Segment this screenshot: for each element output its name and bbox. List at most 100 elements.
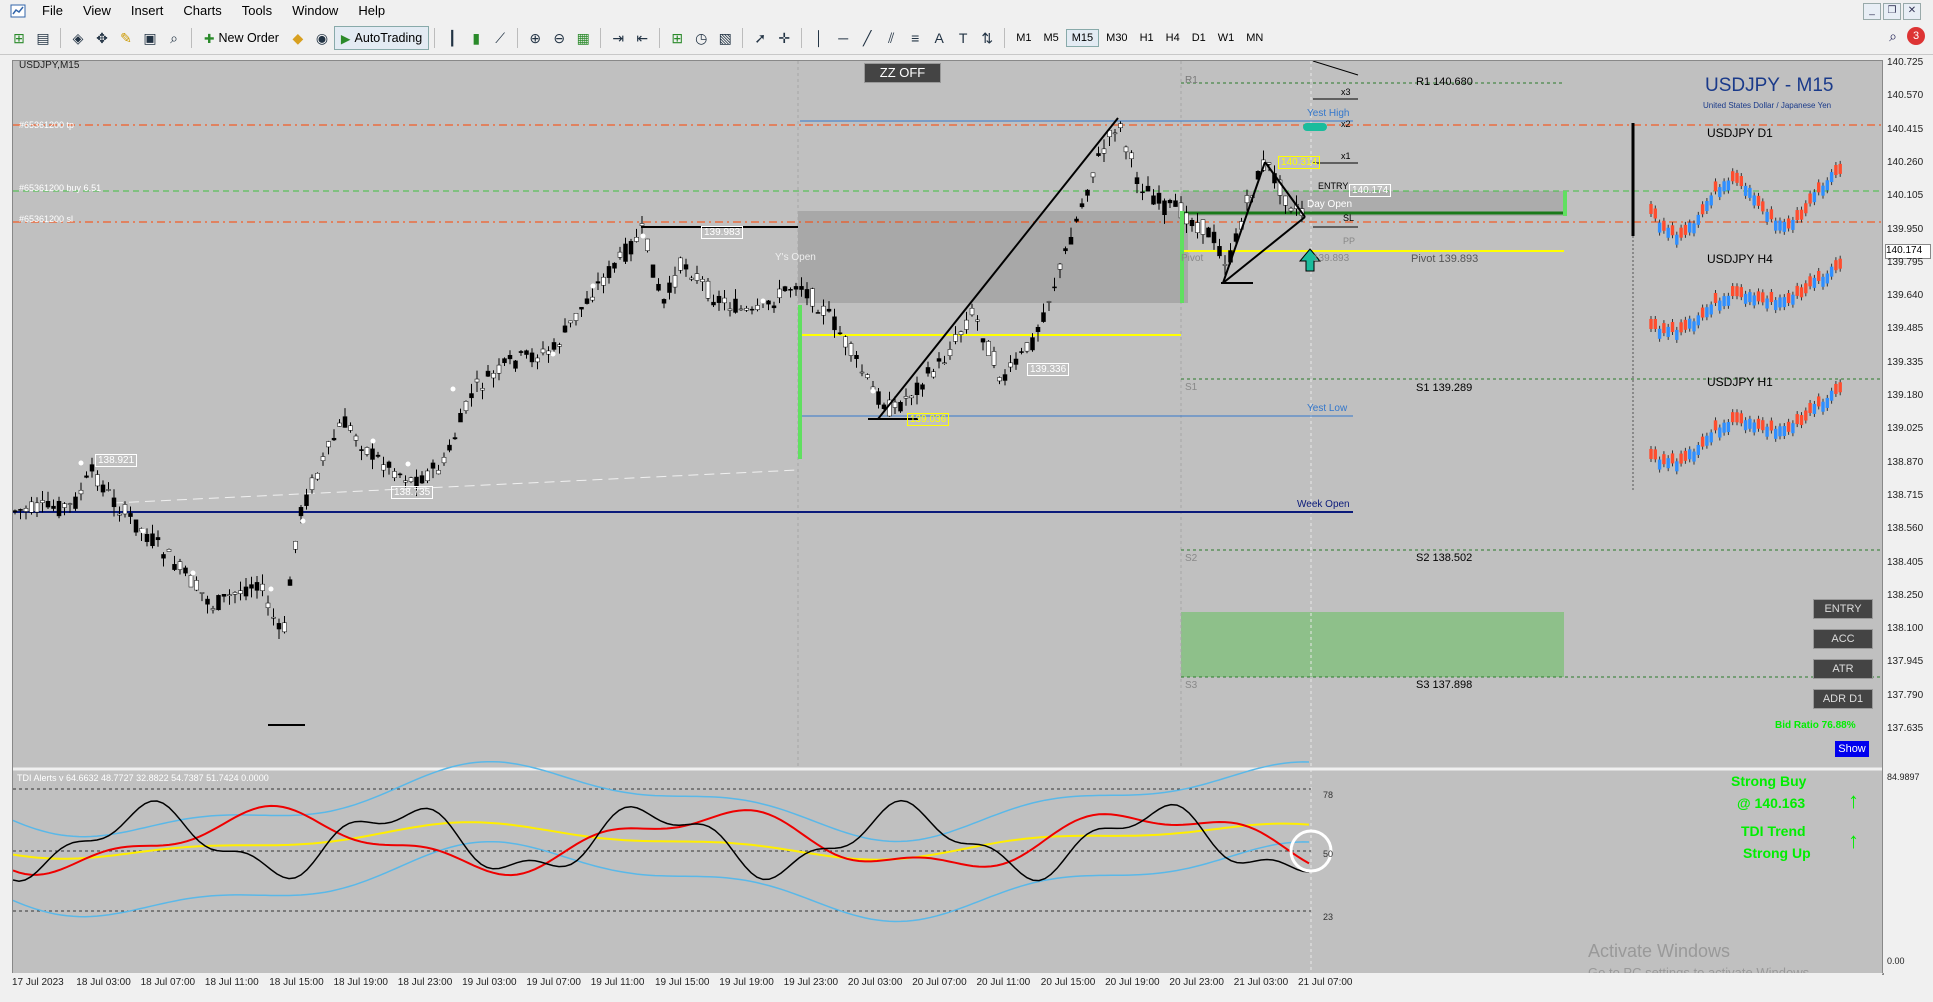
data-window-icon[interactable]: ✥ <box>91 27 113 49</box>
chart-window[interactable]: ↑ ↑ USDJPY,M15 USDJPY - M15 United State… <box>12 60 1884 980</box>
bar-chart-icon[interactable]: ┃ <box>441 27 463 49</box>
fibonacci-icon[interactable]: ≡ <box>904 27 926 49</box>
minimize-icon[interactable]: _ <box>1863 3 1881 20</box>
notification-badge[interactable]: 3 <box>1907 27 1925 45</box>
candle-body <box>210 608 216 611</box>
menu-tools[interactable]: Tools <box>232 0 282 22</box>
indicators-icon[interactable]: ⊞ <box>666 27 688 49</box>
text-label-icon[interactable]: T <box>952 27 974 49</box>
menu-file[interactable]: File <box>32 0 73 22</box>
options-icon[interactable]: ◉ <box>311 27 333 49</box>
candle-body <box>194 580 199 591</box>
candle-body <box>601 276 606 286</box>
menu-help[interactable]: Help <box>348 0 395 22</box>
periods-icon[interactable]: ◷ <box>690 27 712 49</box>
horizontal-line-icon[interactable]: ─ <box>832 27 854 49</box>
market-watch-icon[interactable]: ◈ <box>67 27 89 49</box>
time-tick: 20 Jul 19:00 <box>1105 977 1160 988</box>
zoom-out-icon[interactable]: ⊖ <box>548 27 570 49</box>
profiles-icon[interactable]: ▤ <box>32 27 54 49</box>
timeframe-h1[interactable]: H1 <box>1135 30 1159 46</box>
acc-button[interactable]: ACC <box>1813 629 1873 649</box>
timeframe-m30[interactable]: M30 <box>1101 30 1132 46</box>
timeframe-m5[interactable]: M5 <box>1038 30 1063 46</box>
candle-body <box>903 396 909 399</box>
mini-candle-body <box>1683 224 1688 235</box>
close-icon[interactable]: ✕ <box>1903 3 1921 20</box>
adr-d1-button[interactable]: ADR D1 <box>1813 689 1873 709</box>
search-icon[interactable]: ⌕ <box>1889 28 1897 45</box>
swing-point <box>590 283 596 289</box>
menu-insert[interactable]: Insert <box>121 0 174 22</box>
line-chart-icon[interactable]: ⟋ <box>489 27 511 49</box>
x1-label: x1 <box>1341 151 1351 161</box>
templates-icon[interactable]: ▧ <box>714 27 736 49</box>
timeframe-mn[interactable]: MN <box>1241 30 1268 46</box>
price-axis[interactable]: 140.174 84.9897 0.00 140.725 140.570 140.4… <box>1882 57 1933 973</box>
chart-title: USDJPY - M15 <box>1705 75 1834 96</box>
candle-body <box>540 348 546 354</box>
chart-shift-icon[interactable]: ⇤ <box>631 27 653 49</box>
timeframe-m1[interactable]: M1 <box>1011 30 1036 46</box>
time-tick: 19 Jul 19:00 <box>719 977 774 988</box>
candle-body <box>447 444 452 451</box>
mini-candle-body <box>1705 307 1709 318</box>
candle-body <box>1151 195 1156 205</box>
trendline-icon[interactable]: ╱ <box>856 27 878 49</box>
timeframe-h4[interactable]: H4 <box>1161 30 1185 46</box>
candle-body <box>1035 326 1041 332</box>
mini-candle-body <box>1799 287 1804 298</box>
new-chart-icon[interactable]: ⊞ <box>8 27 30 49</box>
pivot-label: Pivot 139.893 <box>1411 253 1479 265</box>
mini-candle-body <box>1808 193 1812 204</box>
show-button[interactable]: Show <box>1835 741 1869 757</box>
candle-body <box>689 277 694 280</box>
navigator-icon[interactable]: ✎ <box>115 27 137 49</box>
menu-window[interactable]: Window <box>282 0 348 22</box>
candle-body <box>892 401 898 408</box>
timeframe-w1[interactable]: W1 <box>1213 30 1240 46</box>
candle-body <box>1167 199 1173 204</box>
zoom-in-icon[interactable]: ⊕ <box>524 27 546 49</box>
zz-off-button[interactable]: ZZ OFF <box>864 63 941 83</box>
menu-view[interactable]: View <box>73 0 121 22</box>
autotrading-button[interactable]: ▶ AutoTrading <box>333 26 430 50</box>
timeframe-d1[interactable]: D1 <box>1187 30 1211 46</box>
tdi-level-78-label: 78 <box>1323 790 1334 800</box>
auto-scroll-icon[interactable]: ⇥ <box>607 27 629 49</box>
text-icon[interactable]: A <box>928 27 950 49</box>
mini-candle-body <box>1726 180 1731 191</box>
crosshair-icon[interactable]: ✛ <box>773 27 795 49</box>
candle-body <box>40 500 45 503</box>
pivot-marker: Pivot <box>1181 253 1204 264</box>
candle-body <box>661 299 667 304</box>
new-order-button[interactable]: ✚ New Order <box>197 26 286 50</box>
price-tag: 139.983 <box>701 226 744 239</box>
atr-button[interactable]: ATR <box>1813 659 1873 679</box>
candle-body <box>634 237 639 242</box>
restore-icon[interactable]: ❐ <box>1883 3 1901 20</box>
swing-point <box>370 438 376 444</box>
candlestick-icon[interactable]: ▮ <box>465 27 487 49</box>
tile-windows-icon[interactable]: ▦ <box>572 27 594 49</box>
vertical-line-icon[interactable]: │ <box>808 27 830 49</box>
metaeditor-icon[interactable]: ◆ <box>287 27 309 49</box>
mini-candle-body <box>1657 328 1662 339</box>
entry-button[interactable]: ENTRY <box>1813 599 1873 619</box>
swing-point <box>450 386 456 392</box>
price-tick: 139.485 <box>1887 323 1924 335</box>
terminal-icon[interactable]: ▣ <box>139 27 161 49</box>
time-tick: 19 Jul 15:00 <box>655 977 710 988</box>
mini-candle-body <box>1829 390 1834 401</box>
candle-body <box>507 355 513 360</box>
strategy-tester-icon[interactable]: ⌕ <box>163 27 185 49</box>
price-chart-canvas[interactable]: ↑ ↑ <box>13 61 1883 974</box>
timeframe-m15[interactable]: M15 <box>1065 29 1100 47</box>
menu-charts[interactable]: Charts <box>173 0 231 22</box>
arrows-icon[interactable]: ⇅ <box>976 27 998 49</box>
equidistant-channel-icon[interactable]: ⫽ <box>880 27 902 49</box>
price-tick: 137.635 <box>1887 723 1924 734</box>
candle-body <box>309 477 315 490</box>
cursor-icon[interactable]: ➚ <box>749 27 771 49</box>
mini-candle-body <box>1700 204 1705 215</box>
